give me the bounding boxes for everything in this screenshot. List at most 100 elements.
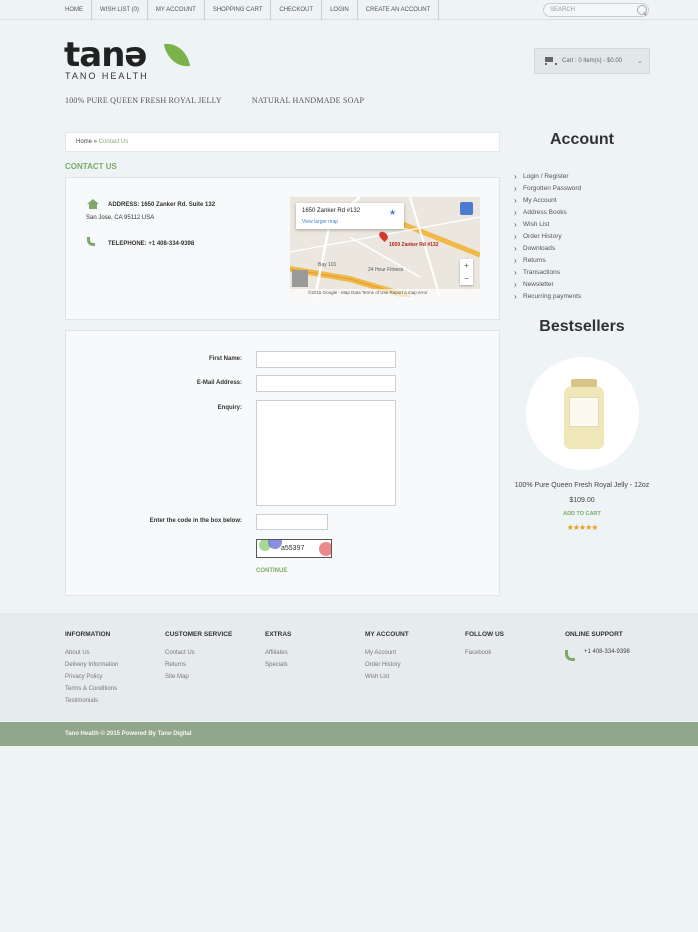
product-name[interactable]: 100% Pure Queen Fresh Royal Jelly - 12oz	[511, 482, 653, 489]
captcha-dot	[268, 540, 282, 549]
footer-link-facebook[interactable]: Facebook	[465, 647, 504, 659]
footer-link-returns[interactable]: Returns	[165, 659, 232, 671]
footer-heading: CUSTOMER SERVICE	[165, 631, 233, 638]
address-line-1: ADDRESS: 1650 Zanker Rd. Suite 132	[108, 202, 216, 208]
jar-lid	[571, 379, 597, 387]
logo-subtitle: TANO HEALTH	[65, 71, 149, 81]
map-label-bay: Bay 101	[318, 262, 337, 268]
category-royal-jelly[interactable]: 100% PURE QUEEN FRESH ROYAL JELLY	[65, 96, 222, 105]
support-phone: +1 408-334-9398	[584, 649, 630, 655]
topnav-home[interactable]: HOME	[57, 0, 92, 20]
account-links: Login / Register Forgotten Password My A…	[514, 171, 581, 303]
enquiry-textarea[interactable]	[256, 400, 396, 506]
continue-button[interactable]: CONTINUE	[256, 568, 287, 574]
cart-summary: Cart : 0 item(s) - $0.00	[562, 58, 623, 64]
footer-link-my-account[interactable]: My Account	[365, 647, 409, 659]
category-nav: 100% PURE QUEEN FRESH ROYAL JELLY NATURA…	[65, 96, 364, 105]
footer-link-specials[interactable]: Specials	[265, 659, 291, 671]
footer-link-terms[interactable]: Terms & Conditions	[65, 683, 118, 695]
logo[interactable]: tanə TANO HEALTH	[64, 38, 194, 82]
page-title: CONTACT US	[65, 162, 117, 171]
account-heading: Account	[550, 131, 614, 148]
email-input[interactable]	[256, 375, 396, 392]
account-link-login[interactable]: Login / Register	[514, 171, 581, 183]
category-soap[interactable]: NATURAL HANDMADE SOAP	[252, 96, 364, 105]
map-card-title: 1650 Zanker Rd #132	[302, 208, 361, 214]
account-link-order-history[interactable]: Order History	[514, 231, 581, 243]
footer-link-affiliates[interactable]: Affiliates	[265, 647, 291, 659]
street-view-icon[interactable]	[460, 202, 473, 215]
account-link-my-account[interactable]: My Account	[514, 195, 581, 207]
zoom-out-button[interactable]: −	[460, 272, 473, 285]
breadcrumb: Home » Contact Us	[65, 132, 500, 152]
footer-link-privacy[interactable]: Privacy Policy	[65, 671, 118, 683]
jar-icon	[564, 379, 604, 449]
add-to-cart-button[interactable]: ADD TO CART	[511, 511, 653, 517]
footer-heading: MY ACCOUNT	[365, 631, 409, 638]
footer-extras: EXTRAS Affiliates Specials	[265, 631, 291, 671]
topnav-shopping-cart[interactable]: SHOPPING CART	[205, 0, 272, 20]
footer-link-order-history[interactable]: Order History	[365, 659, 409, 671]
footer-link-contact-us[interactable]: Contact Us	[165, 647, 232, 659]
captcha-dot	[319, 542, 331, 556]
footer-heading: EXTRAS	[265, 631, 292, 638]
footer-heading: INFORMATION	[65, 631, 111, 638]
bestsellers-heading: Bestsellers	[539, 318, 625, 335]
account-link-recurring-payments[interactable]: Recurring payments	[514, 291, 581, 303]
topnav-create-account[interactable]: CREATE AN ACCOUNT	[358, 0, 440, 20]
captcha-code: a55397	[281, 545, 305, 552]
email-label: E-Mail Address:	[196, 380, 242, 386]
rating-stars-icon: ★★★★★	[566, 523, 599, 532]
footer-heading: FOLLOW US	[465, 631, 504, 638]
account-link-downloads[interactable]: Downloads	[514, 243, 581, 255]
view-larger-map-link[interactable]: View larger map	[302, 219, 338, 225]
footer-information: INFORMATION About Us Delivery Informatio…	[65, 631, 118, 707]
top-bar: HOME WISH LIST (0) MY ACCOUNT SHOPPING C…	[0, 0, 698, 20]
telephone: TELEPHONE: +1 408-334-9398	[108, 241, 195, 247]
leaf-icon	[163, 40, 191, 70]
copyright-bar: Tano Health © 2015 Powered By Tano Digit…	[0, 722, 698, 746]
topnav-checkout[interactable]: CHECKOUT	[271, 0, 323, 20]
account-link-transactions[interactable]: Transactions	[514, 267, 581, 279]
account-link-wish-list[interactable]: Wish List	[514, 219, 581, 231]
account-link-forgotten-password[interactable]: Forgotten Password	[514, 183, 581, 195]
google-map[interactable]: 1650 Zanker Rd #132 View larger map ★ 16…	[290, 197, 480, 297]
zoom-in-button[interactable]: +	[460, 259, 473, 272]
footer-customer-service: CUSTOMER SERVICE Contact Us Returns Site…	[165, 631, 232, 683]
footer-my-account: MY ACCOUNT My Account Order History Wish…	[365, 631, 409, 683]
footer-link-about-us[interactable]: About Us	[65, 647, 118, 659]
account-link-address-books[interactable]: Address Books	[514, 207, 581, 219]
footer: INFORMATION About Us Delivery Informatio…	[0, 613, 698, 721]
cart-button[interactable]: Cart : 0 item(s) - $0.00 ⌄	[534, 48, 650, 74]
footer-link-wish-list[interactable]: Wish List	[365, 671, 409, 683]
star-icon[interactable]: ★	[389, 208, 396, 217]
first-name-label: First Name:	[208, 356, 242, 362]
map-label-fitness: 24 Hour Fitness	[368, 267, 404, 273]
map-pin-label: 1650 Zanker Rd #132	[389, 242, 439, 248]
chevron-down-icon: ⌄	[637, 58, 643, 65]
breadcrumb-home[interactable]: Home	[76, 139, 92, 145]
breadcrumb-separator: »	[92, 139, 99, 145]
footer-link-testimonials[interactable]: Testimonials	[65, 695, 118, 707]
contact-form: First Name: E-Mail Address: Enquiry: Ent…	[65, 330, 500, 596]
contact-info-panel: ADDRESS: 1650 Zanker Rd. Suite 132 San J…	[65, 177, 500, 320]
footer-online-support: ONLINE SUPPORT +1 408-334-9398	[565, 631, 665, 661]
top-nav: HOME WISH LIST (0) MY ACCOUNT SHOPPING C…	[57, 0, 440, 20]
first-name-input[interactable]	[256, 351, 396, 368]
captcha-label: Enter the code in the box below:	[149, 518, 242, 524]
account-link-newsletter[interactable]: Newsletter	[514, 279, 581, 291]
account-link-returns[interactable]: Returns	[514, 255, 581, 267]
topnav-my-account[interactable]: MY ACCOUNT	[148, 0, 205, 20]
phone-icon	[87, 237, 95, 246]
topnav-login[interactable]: LOGIN	[322, 0, 358, 20]
search-input[interactable]: SEARCH	[543, 3, 649, 17]
product-price: $109.00	[569, 497, 595, 504]
footer-link-site-map[interactable]: Site Map	[165, 671, 232, 683]
captcha-input[interactable]	[256, 514, 328, 530]
footer-link-delivery[interactable]: Delivery Information	[65, 659, 118, 671]
topnav-wish-list[interactable]: WISH LIST (0)	[92, 0, 148, 20]
search-icon[interactable]	[637, 5, 647, 15]
map-zoom-control[interactable]: + −	[460, 259, 473, 285]
breadcrumb-current[interactable]: Contact Us	[99, 139, 129, 145]
product-image[interactable]	[526, 357, 639, 470]
